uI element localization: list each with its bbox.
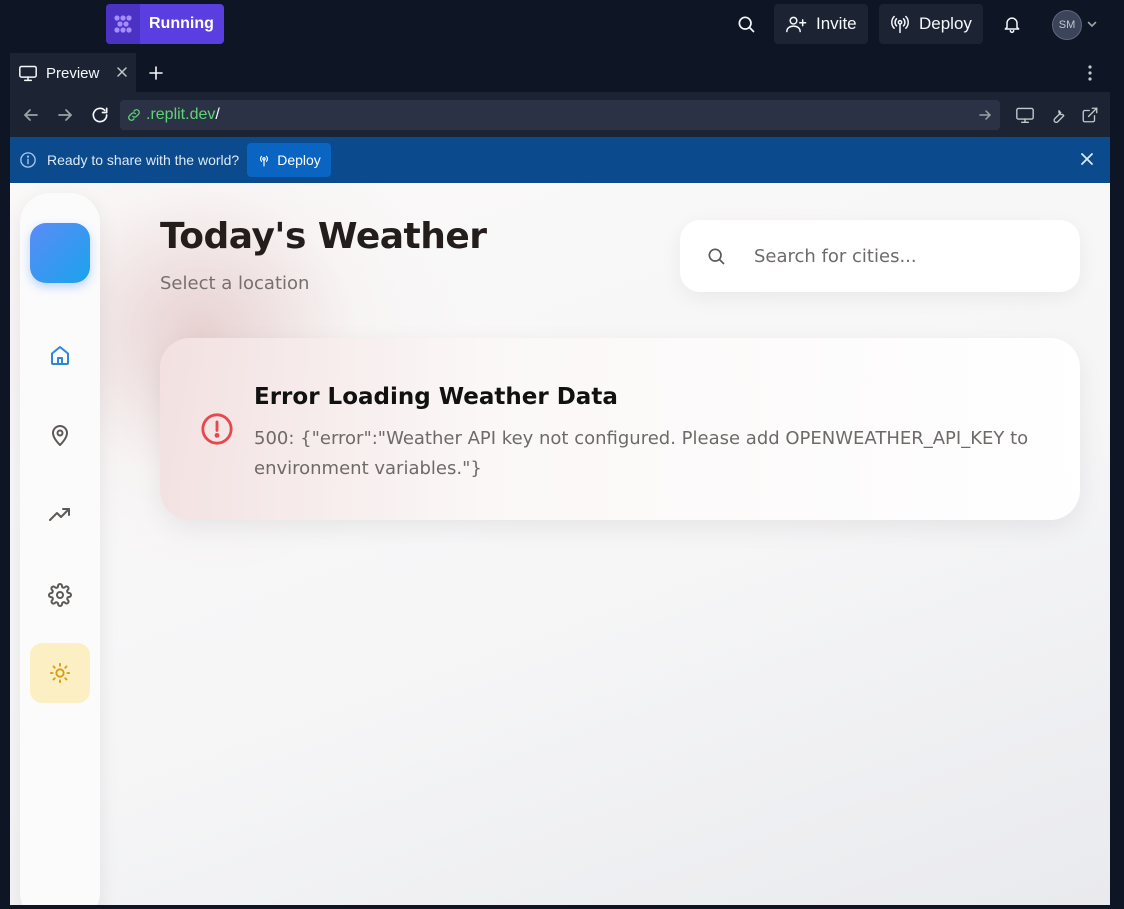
search-icon <box>738 16 755 33</box>
home-icon[interactable] <box>48 343 72 367</box>
deploy-label: Deploy <box>919 14 972 33</box>
chevron-down-icon[interactable] <box>1086 18 1098 30</box>
tab-preview[interactable]: Preview <box>10 53 136 93</box>
close-icon[interactable] <box>1080 152 1094 166</box>
arrow-left-icon[interactable] <box>22 106 40 124</box>
tab-label: Preview <box>46 64 100 82</box>
banner-deploy-label: Deploy <box>277 152 321 168</box>
url-bar: .replit.dev / <box>10 93 1110 137</box>
error-card: Error Loading Weather Data 500: {"error"… <box>160 338 1080 520</box>
page-title: Today's Weather <box>160 216 487 257</box>
url-input[interactable]: .replit.dev / <box>120 100 1000 130</box>
url-path: / <box>215 106 220 123</box>
tab-bar: Preview <box>10 53 1110 93</box>
monitor-icon <box>19 65 37 82</box>
error-message: 500: {"error":"Weather API key not confi… <box>254 428 1029 479</box>
plus-icon[interactable] <box>148 65 164 81</box>
deploy-banner: Ready to share with the world? Deploy <box>10 137 1110 183</box>
banner-text: Ready to share with the world? <box>47 152 240 168</box>
app-logo[interactable] <box>30 223 90 283</box>
map-pin-icon[interactable] <box>48 423 72 447</box>
go-arrow-icon[interactable] <box>978 108 992 122</box>
avatar[interactable]: SM <box>1052 10 1082 40</box>
trending-up-icon[interactable] <box>48 503 72 527</box>
close-tab-icon[interactable] <box>116 66 128 78</box>
devices-icon[interactable] <box>1015 106 1035 124</box>
run-label: Running <box>149 15 214 32</box>
refresh-icon[interactable] <box>90 105 110 125</box>
deploy-button[interactable]: Deploy <box>879 4 983 44</box>
arrow-right-icon[interactable] <box>56 106 74 124</box>
link-icon <box>128 109 140 121</box>
run-button[interactable]: Running <box>106 4 224 44</box>
top-bar: Running Invite Deploy SM <box>0 0 1124 48</box>
deploy-antenna-icon <box>891 15 909 34</box>
preview-pane: Preview .replit.dev / Ready to share with… <box>10 53 1110 905</box>
page-subtitle: Select a location <box>160 273 310 294</box>
search-box <box>680 220 1080 292</box>
deploy-antenna-icon <box>260 155 269 167</box>
info-icon <box>20 152 36 168</box>
notifications-button[interactable] <box>996 4 1028 44</box>
search-button[interactable] <box>730 4 762 44</box>
external-link-icon[interactable] <box>1081 106 1099 124</box>
alert-circle-icon <box>201 413 233 445</box>
bell-icon <box>1004 17 1020 34</box>
invite-button[interactable]: Invite <box>774 4 868 44</box>
user-plus-icon <box>786 16 807 33</box>
run-logo-icon <box>106 4 140 44</box>
wrench-icon[interactable] <box>1048 106 1066 124</box>
more-vertical-icon[interactable] <box>1082 64 1098 82</box>
invite-label: Invite <box>816 14 857 33</box>
search-icon <box>708 248 725 265</box>
settings-icon[interactable] <box>48 583 72 607</box>
sun-icon <box>49 662 71 684</box>
url-text: .replit.dev <box>146 106 216 123</box>
app-sidebar <box>20 193 100 905</box>
error-title: Error Loading Weather Data <box>254 384 618 410</box>
app-viewport: Today's Weather Select a location Error … <box>10 183 1110 905</box>
theme-toggle-button[interactable] <box>30 643 90 703</box>
city-search-input[interactable] <box>754 245 1054 267</box>
banner-deploy-button[interactable]: Deploy <box>247 143 331 177</box>
